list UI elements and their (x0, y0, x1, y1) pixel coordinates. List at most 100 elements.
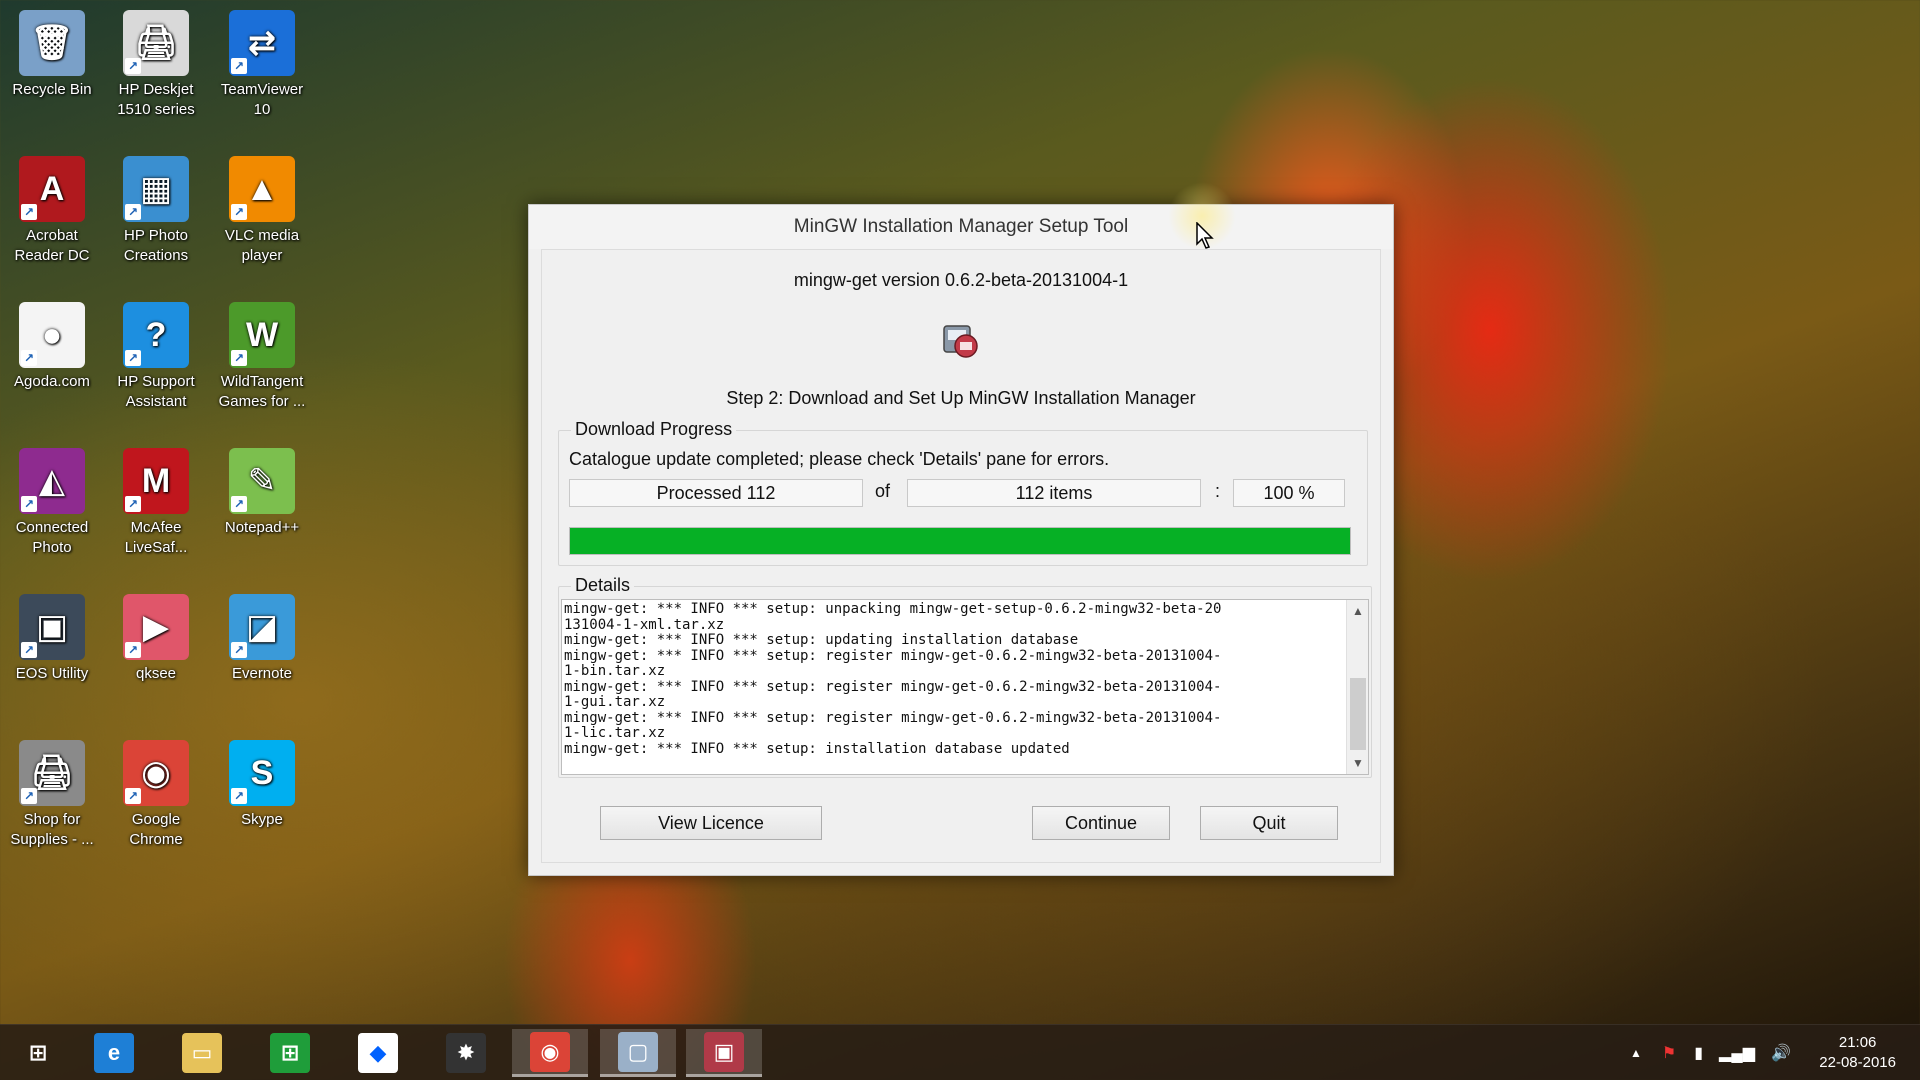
details-scrollbar[interactable]: ▲ ▼ (1346, 600, 1368, 774)
details-log[interactable]: mingw-get: *** INFO *** setup: unpacking… (561, 599, 1369, 775)
shortcut-arrow-icon: ↗ (231, 788, 247, 804)
log-line: mingw-get: *** INFO *** setup: updating … (564, 632, 1079, 648)
of-label: of (875, 481, 891, 501)
app-icon: 🗑 (19, 10, 85, 76)
taskbar-internet-explorer[interactable]: e (76, 1029, 152, 1077)
app-icon: A ↗ (19, 156, 85, 222)
clock-date: 22-08-2016 (1819, 1054, 1896, 1071)
desktop-icon-acrobat-reader-dc[interactable]: A ↗ Acrobat Reader DC (2, 156, 102, 266)
desktop-icon-agoda-com[interactable]: ● ↗ Agoda.com (2, 302, 102, 392)
desktop-icon-label: Acrobat Reader DC (14, 227, 90, 264)
scroll-down-icon[interactable]: ▼ (1347, 752, 1368, 774)
shortcut-arrow-icon: ↗ (125, 350, 141, 366)
log-line: 1-bin.tar.xz (564, 663, 666, 679)
clock[interactable]: 21:06 22-08-2016 (1819, 1033, 1896, 1073)
log-line: mingw-get: *** INFO *** setup: register … (564, 709, 1222, 726)
details-log-text: mingw-get: *** INFO *** setup: unpacking… (564, 601, 1344, 757)
action-center-flag-icon[interactable]: ⚑ (1662, 1043, 1676, 1063)
desktop-icon-shop-for-supplies[interactable]: 🖨 ↗ Shop for Supplies - ... (2, 740, 102, 850)
app-icon: ◉ ↗ (123, 740, 189, 806)
taskbar-dropbox-icon: ◆ (358, 1033, 398, 1073)
taskbar-mingw-setup[interactable]: ▣ (686, 1029, 762, 1077)
desktop-icon-label: WildTangent Games for ... (218, 373, 306, 410)
app-icon: ◭ ↗ (19, 448, 85, 514)
scroll-thumb[interactable] (1350, 678, 1366, 750)
desktop-icon-hp-support-assistant[interactable]: ? ↗ HP Support Assistant (106, 302, 206, 412)
desktop-icon-label: qksee (135, 665, 177, 682)
shortcut-arrow-icon: ↗ (21, 788, 37, 804)
desktop-icon-skype[interactable]: S ↗ Skype (212, 740, 312, 830)
taskbar: ⊞ e ▭ ⊞ ◆ ✸ ◉ ▢ ▣ ▲ ⚑ ▮ ▂▄▆ 🔊 21:06 22-08-2016 (0, 1024, 1920, 1080)
dialog-title: MinGW Installation Manager Setup Tool (793, 216, 1129, 237)
battery-icon[interactable]: ▮ (1694, 1043, 1703, 1063)
clock-time: 21:06 (1838, 1034, 1877, 1051)
show-hidden-icons-icon[interactable]: ▲ (1630, 1046, 1642, 1060)
desktop-icon-notepad[interactable]: ✎ ↗ Notepad++ (212, 448, 312, 538)
shortcut-arrow-icon: ↗ (125, 58, 141, 74)
log-line: mingw-get: *** INFO *** setup: register … (564, 647, 1222, 664)
volume-icon[interactable]: 🔊 (1771, 1043, 1791, 1063)
taskbar-photo-app[interactable]: ✸ (428, 1029, 504, 1077)
desktop-icon-mcafee-livesaf[interactable]: M ↗ McAfee LiveSaf... (106, 448, 206, 558)
mingw-setup-dialog: MinGW Installation Manager Setup Tool mi… (528, 204, 1394, 876)
taskbar-window-app[interactable]: ▢ (600, 1029, 676, 1077)
desktop-icon-label: HP Deskjet 1510 series (117, 81, 195, 118)
shortcut-arrow-icon: ↗ (21, 204, 37, 220)
desktop-icon-label: Google Chrome (129, 811, 183, 848)
dialog-content: mingw-get version 0.6.2-beta-20131004-1 … (541, 249, 1381, 863)
app-icon: ▦ ↗ (123, 156, 189, 222)
scroll-up-icon[interactable]: ▲ (1347, 600, 1368, 622)
app-icon: ▲ ↗ (229, 156, 295, 222)
app-icon: ▣ ↗ (19, 594, 85, 660)
desktop-icon-label: TeamViewer 10 (220, 81, 304, 118)
desktop-icon-label: Shop for Supplies - ... (10, 811, 94, 848)
shortcut-arrow-icon: ↗ (231, 58, 247, 74)
desktop-icon-connected-photo[interactable]: ◭ ↗ Connected Photo (2, 448, 102, 558)
desktop-icon-label: McAfee LiveSaf... (124, 519, 188, 556)
taskbar-mingw-setup-icon: ▣ (704, 1031, 744, 1072)
app-icon: ● ↗ (19, 302, 85, 368)
network-signal-icon[interactable]: ▂▄▆ (1719, 1043, 1755, 1063)
shortcut-arrow-icon: ↗ (125, 496, 141, 512)
desktop-icon-hp-photo-creations[interactable]: ▦ ↗ HP Photo Creations (106, 156, 206, 266)
desktop-icon-eos-utility[interactable]: ▣ ↗ EOS Utility (2, 594, 102, 684)
shortcut-arrow-icon: ↗ (125, 204, 141, 220)
desktop-icon-label: HP Photo Creations (123, 227, 189, 264)
download-progress-title: Download Progress (571, 419, 737, 440)
continue-button[interactable]: Continue (1032, 806, 1170, 840)
desktop-icon-recycle-bin[interactable]: 🗑 Recycle Bin (2, 10, 102, 100)
details-title: Details (571, 575, 635, 596)
app-icon: 🖨 ↗ (123, 10, 189, 76)
taskbar-file-explorer-icon: ▭ (182, 1033, 222, 1073)
dialog-titlebar[interactable]: MinGW Installation Manager Setup Tool (529, 205, 1393, 249)
desktop-icon-wildtangent-games-for[interactable]: W ↗ WildTangent Games for ... (212, 302, 312, 412)
taskbar-file-explorer[interactable]: ▭ (164, 1029, 240, 1077)
start-button[interactable]: ⊞ (0, 1029, 76, 1077)
shortcut-arrow-icon: ↗ (231, 350, 247, 366)
desktop-icon-evernote[interactable]: ◪ ↗ Evernote (212, 594, 312, 684)
app-icon: ◪ ↗ (229, 594, 295, 660)
taskbar-store[interactable]: ⊞ (252, 1029, 328, 1077)
app-icon: ⇄ ↗ (229, 10, 295, 76)
desktop-icon-teamviewer-10[interactable]: ⇄ ↗ TeamViewer 10 (212, 10, 312, 120)
desktop-icon-vlc-media-player[interactable]: ▲ ↗ VLC media player (212, 156, 312, 266)
desktop-icon-label: HP Support Assistant (117, 373, 195, 410)
percent-field: 100 % (1233, 479, 1345, 507)
desktop-icon-label: VLC media player (224, 227, 300, 264)
step-label: Step 2: Download and Set Up MinGW Instal… (726, 388, 1196, 408)
taskbar-chrome[interactable]: ◉ (512, 1029, 588, 1077)
download-progress-bar (569, 527, 1351, 555)
quit-button[interactable]: Quit (1200, 806, 1338, 840)
log-line: mingw-get: *** INFO *** setup: register … (564, 678, 1222, 695)
taskbar-store-icon: ⊞ (270, 1033, 310, 1073)
view-licence-button[interactable]: View Licence (600, 806, 822, 840)
download-progress-group: Download Progress Catalogue update compl… (558, 419, 1368, 566)
taskbar-dropbox[interactable]: ◆ (340, 1029, 416, 1077)
desktop-icon-google-chrome[interactable]: ◉ ↗ Google Chrome (106, 740, 206, 850)
desktop-icon-hp-deskjet-1510-series[interactable]: 🖨 ↗ HP Deskjet 1510 series (106, 10, 206, 120)
shortcut-arrow-icon: ↗ (21, 350, 37, 366)
desktop-icon-qksee[interactable]: ▶ ↗ qksee (106, 594, 206, 684)
shortcut-arrow-icon: ↗ (125, 642, 141, 658)
app-icon: M ↗ (123, 448, 189, 514)
start-button-icon: ⊞ (28, 1040, 48, 1065)
